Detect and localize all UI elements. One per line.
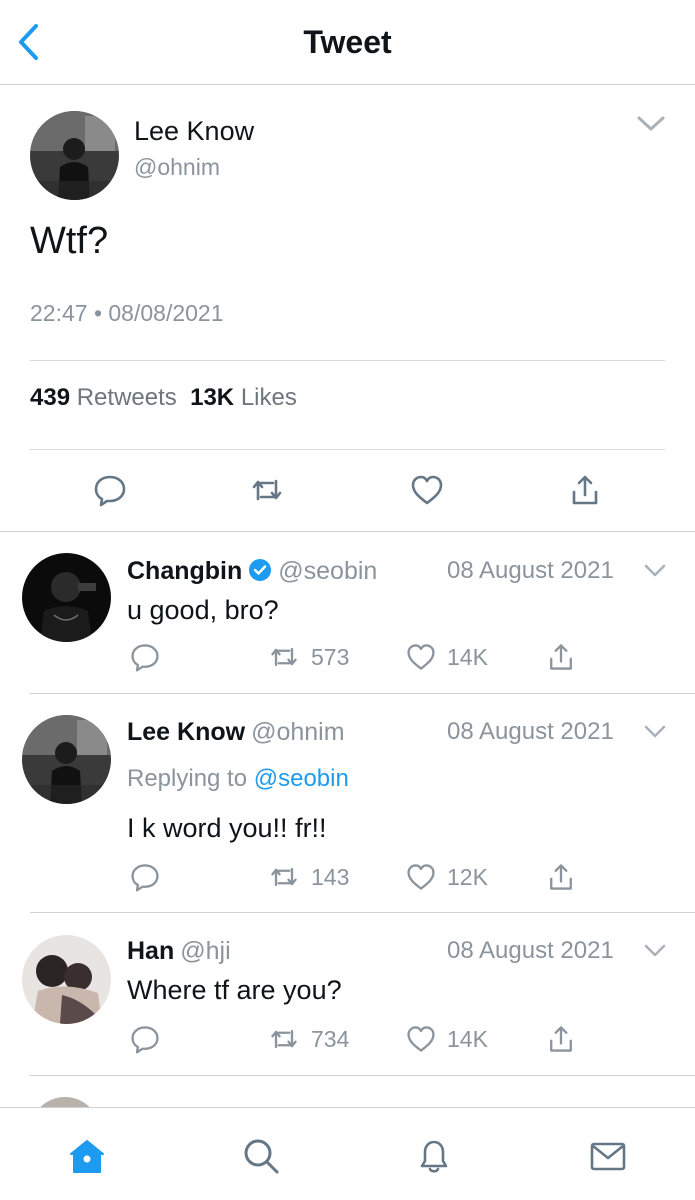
avatar[interactable]: [22, 935, 111, 1024]
divider: [30, 449, 665, 450]
share-icon[interactable]: [545, 861, 577, 893]
author-name[interactable]: Lee Know: [127, 718, 245, 746]
divider: [30, 1075, 695, 1076]
like-count: 14K: [447, 1026, 488, 1052]
retweet-icon[interactable]: [268, 1023, 300, 1055]
author-handle[interactable]: @ohnim: [134, 154, 220, 181]
reply-icon[interactable]: [92, 472, 128, 508]
reply-date: 08 August 2021: [447, 718, 614, 745]
verified-icon: [248, 558, 272, 582]
retweet-icon[interactable]: [268, 861, 300, 893]
reply-icon[interactable]: [129, 1023, 161, 1055]
author-handle[interactable]: @seobin: [278, 557, 377, 585]
author-name[interactable]: Han: [127, 937, 174, 965]
reply-date: 08 August 2021: [447, 937, 614, 964]
reply-text: u good, bro?: [127, 595, 279, 625]
share-icon[interactable]: [545, 641, 577, 673]
tweet-timestamp: 22:47 • 08/08/2021: [30, 300, 224, 326]
retweets-count[interactable]: 439: [30, 384, 70, 411]
bottom-tab-bar: [0, 1107, 695, 1200]
chevron-down-icon[interactable]: [643, 724, 667, 740]
reply-actions: 143 12K: [0, 861, 695, 895]
retweets-label[interactable]: Retweets: [77, 384, 177, 411]
like-count: 14K: [447, 644, 488, 670]
reply-icon[interactable]: [129, 641, 161, 673]
author-handle[interactable]: @hji: [180, 937, 230, 965]
retweet-count: 734: [311, 1026, 350, 1052]
tweet-text: Wtf?: [30, 220, 109, 262]
search-icon[interactable]: [241, 1136, 281, 1176]
notifications-icon[interactable]: [414, 1136, 454, 1176]
likes-count[interactable]: 13K: [190, 384, 234, 411]
reply-text: Where tf are you?: [127, 975, 342, 1005]
author-name[interactable]: Changbin: [127, 557, 242, 585]
replying-to: Replying to @seobin: [127, 765, 349, 793]
page-title: Tweet: [303, 24, 392, 60]
chevron-down-icon[interactable]: [643, 943, 667, 959]
like-icon[interactable]: [405, 1023, 437, 1055]
share-icon[interactable]: [545, 1023, 577, 1055]
divider: [30, 360, 665, 361]
avatar[interactable]: [30, 111, 119, 200]
reply-actions: 573 14K: [0, 641, 695, 675]
reply-icon[interactable]: [129, 861, 161, 893]
author-handle[interactable]: @ohnim: [251, 718, 344, 746]
retweet-icon[interactable]: [249, 472, 285, 508]
replying-label: Replying to: [127, 765, 248, 792]
reply-header: Han @hji: [127, 937, 231, 966]
reply-text: I k word you!! fr!!: [127, 813, 327, 843]
tweet-stats: 439 Retweets 13K Likes: [30, 384, 297, 412]
like-count: 12K: [447, 864, 488, 890]
replying-to-handle[interactable]: @seobin: [254, 765, 349, 792]
author-name[interactable]: Lee Know: [134, 116, 254, 147]
likes-label[interactable]: Likes: [241, 384, 297, 411]
divider: [30, 912, 695, 913]
retweet-count: 573: [311, 644, 350, 670]
divider: [30, 693, 695, 694]
avatar[interactable]: [22, 715, 111, 804]
avatar[interactable]: [22, 553, 111, 642]
like-icon[interactable]: [409, 472, 445, 508]
main-tweet: Lee Know @ohnim Wtf? 22:47 • 08/08/2021 …: [0, 86, 695, 532]
reply-header: Lee Know @ohnim: [127, 718, 345, 747]
reply-header: Changbin @seobin: [127, 557, 377, 586]
reply-date: 08 August 2021: [447, 557, 614, 584]
chevron-down-icon[interactable]: [643, 563, 667, 579]
retweet-count: 143: [311, 864, 350, 890]
share-icon[interactable]: [567, 472, 603, 508]
like-icon[interactable]: [405, 861, 437, 893]
messages-icon[interactable]: [588, 1136, 628, 1176]
chevron-down-icon[interactable]: [636, 114, 666, 134]
like-icon[interactable]: [405, 641, 437, 673]
top-nav-bar: Tweet: [0, 0, 695, 85]
home-icon[interactable]: [67, 1136, 107, 1176]
reply-actions: 734 14K: [0, 1023, 695, 1057]
retweet-icon[interactable]: [268, 641, 300, 673]
